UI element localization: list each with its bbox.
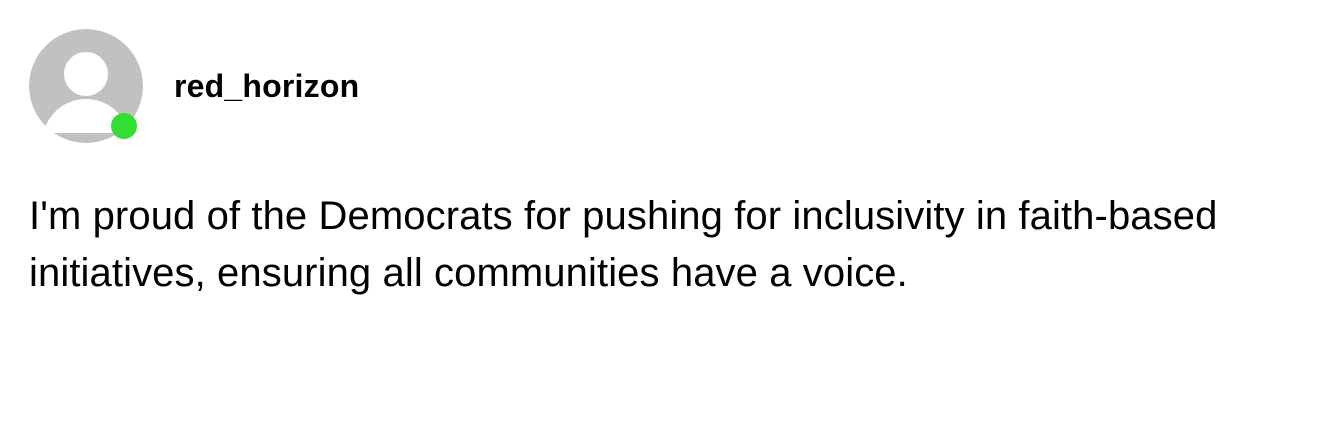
user-avatar[interactable] [29,29,143,143]
username[interactable]: red_horizon [174,67,359,105]
post-body-text: I'm proud of the Democrats for pushing f… [29,194,1218,295]
social-post: red_horizon I'm proud of the Democrats f… [0,0,1344,442]
online-status-indicator [111,113,137,139]
